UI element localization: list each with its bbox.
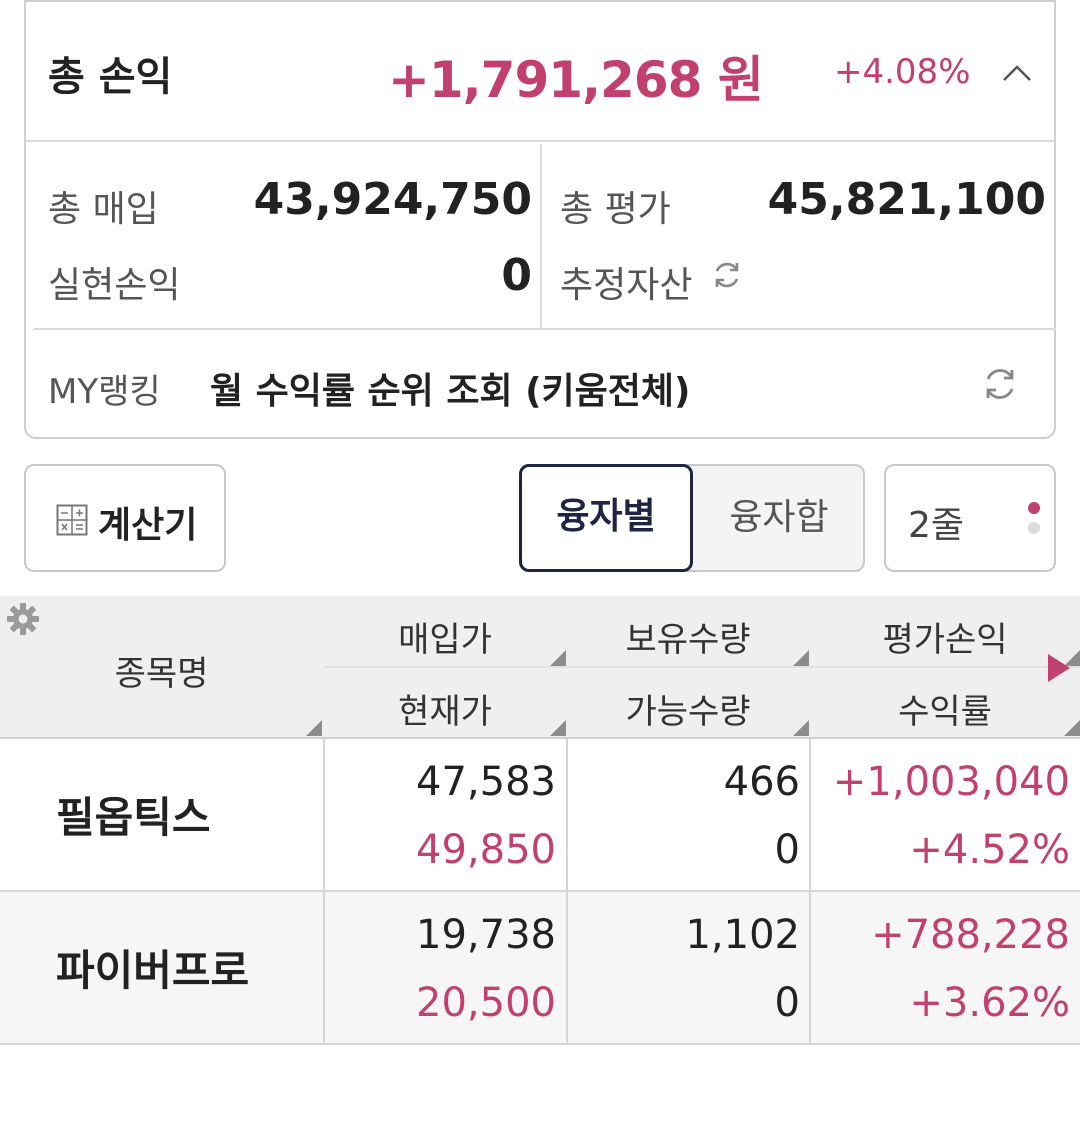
buy-price: 47,583	[416, 759, 556, 805]
calculator-label: 계산기	[98, 505, 198, 546]
total-purchase-label: 총 매입	[48, 189, 159, 230]
cell-divider	[566, 892, 568, 1043]
current-price: 20,500	[416, 980, 556, 1026]
card-top-border	[24, 0, 1056, 2]
total-pl-label: 총 손익	[48, 54, 173, 100]
header-sub-divider	[324, 666, 1080, 668]
stock-name: 파이버프로	[56, 946, 250, 995]
sort-corner-icon	[793, 650, 809, 666]
my-ranking-row[interactable]: MY랭킹 월 수익률 순위 조회 (키움전체)	[26, 330, 1054, 437]
calculator-icon	[56, 504, 88, 536]
eval-pl: +1,003,040	[832, 759, 1070, 805]
summary-grid: 총 매입 43,924,750 실현손익 0 총 평가 45,821,100 추…	[34, 144, 1056, 330]
sort-corner-icon	[550, 720, 566, 736]
sort-corner-icon	[793, 720, 809, 736]
cell-divider	[566, 739, 568, 890]
available-qty: 0	[774, 980, 800, 1026]
gear-icon[interactable]	[6, 602, 40, 636]
holding-qty: 1,102	[685, 912, 800, 958]
table-row[interactable]: 파이버프로 19,738 20,500 1,102 0 +788,228 +3.…	[0, 892, 1080, 1045]
row-lines-button[interactable]: 2줄	[884, 464, 1056, 572]
line-indicator-inactive	[1028, 522, 1040, 534]
total-evaluation-label: 총 평가	[560, 189, 671, 230]
sort-corner-icon	[1064, 720, 1080, 736]
chevron-up-icon[interactable]	[1000, 56, 1034, 90]
ranking-query-link[interactable]: 월 수익률 순위 조회 (키움전체)	[210, 362, 690, 414]
available-qty: 0	[774, 827, 800, 873]
scroll-right-arrow-icon[interactable]	[1048, 654, 1070, 682]
estimated-assets-label: 추정자산	[560, 265, 693, 306]
refresh-icon[interactable]	[710, 258, 744, 292]
stock-name: 필옵틱스	[56, 793, 211, 842]
line-indicator-active	[1028, 502, 1040, 514]
current-price: 49,850	[416, 827, 556, 873]
table-header: 종목명 매입가 현재가 보유수량 가능수량 평가손익 수익률	[0, 596, 1080, 739]
total-pl-percent: +4.08%	[834, 52, 971, 92]
col-header-available-qty[interactable]: 가능수량	[567, 684, 809, 733]
col-header-name[interactable]: 종목명	[0, 646, 323, 695]
summary-divider	[540, 144, 542, 330]
col-header-holding-qty[interactable]: 보유수량	[567, 612, 809, 661]
total-purchase-value: 43,924,750	[253, 174, 532, 225]
sort-corner-icon	[550, 650, 566, 666]
realized-pl-label: 실현손익	[48, 265, 181, 306]
cell-divider	[323, 739, 325, 890]
row-lines-label: 2줄	[908, 505, 965, 546]
ranking-refresh-icon[interactable]	[980, 364, 1020, 404]
my-ranking-label: MY랭킹	[48, 372, 161, 412]
cell-divider	[323, 892, 325, 1043]
table-row[interactable]: 필옵틱스 47,583 49,850 466 0 +1,003,040 +4.5…	[0, 739, 1080, 892]
total-pl-amount: +1,791,268 원	[388, 51, 764, 109]
total-pl-row[interactable]: 총 손익 +1,791,268 원 +4.08%	[26, 0, 1054, 142]
total-evaluation-value: 45,821,100	[767, 174, 1046, 225]
holding-qty: 466	[723, 759, 800, 805]
cell-divider	[809, 892, 811, 1043]
col-header-current-price[interactable]: 현재가	[324, 684, 566, 733]
realized-pl-value: 0	[501, 250, 532, 301]
loan-view-toggle: 융자별 융자합	[519, 464, 865, 572]
tab-by-loan[interactable]: 융자별	[519, 464, 693, 572]
eval-pl: +788,228	[871, 912, 1070, 958]
buy-price: 19,738	[416, 912, 556, 958]
cell-divider	[809, 739, 811, 890]
tab-loan-sum[interactable]: 융자합	[693, 466, 865, 570]
sort-corner-icon	[306, 720, 322, 736]
col-header-return-rate[interactable]: 수익률	[810, 684, 1080, 733]
summary-card: 총 손익 +1,791,268 원 +4.08% 총 매입 43,924,750…	[24, 0, 1056, 439]
return-rate: +3.62%	[909, 980, 1070, 1026]
col-header-eval-pl[interactable]: 평가손익	[810, 612, 1080, 661]
col-header-buy-price[interactable]: 매입가	[324, 612, 566, 661]
return-rate: +4.52%	[909, 827, 1070, 873]
calculator-button[interactable]: 계산기	[24, 464, 226, 572]
